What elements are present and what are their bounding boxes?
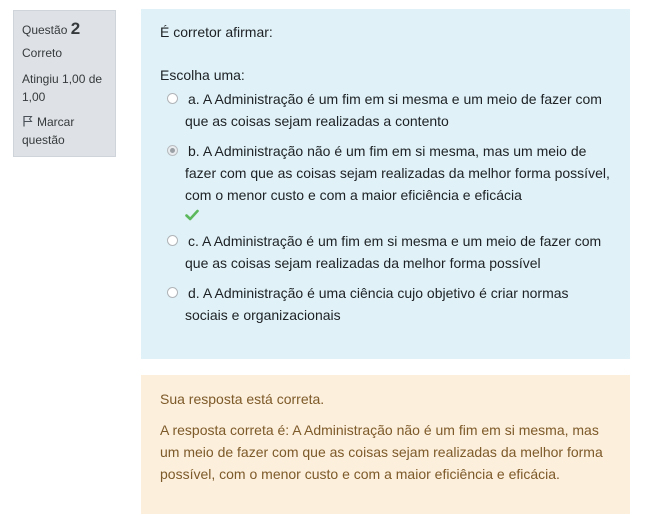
option-letter: a. xyxy=(188,91,200,107)
radio-option-b[interactable] xyxy=(167,145,178,156)
right-answer: A resposta correta é: A Administração nã… xyxy=(160,422,603,482)
feedback-status: Sua resposta está correta. xyxy=(160,391,325,407)
answer-option-b[interactable]: b. A Administração não é um fim em si me… xyxy=(160,140,614,222)
quiz-question-page: Questão 2 Correto Atingiu 1,00 de 1,00 M… xyxy=(0,0,661,515)
flag-question-button[interactable]: Marcar questão xyxy=(22,113,114,149)
radio-option-c[interactable] xyxy=(167,235,178,246)
option-text: A Administração é um fim em si mesma e u… xyxy=(185,91,602,129)
question-info-box: Questão 2 Correto Atingiu 1,00 de 1,00 M… xyxy=(13,10,116,157)
question-grade: Atingiu 1,00 de 1,00 xyxy=(22,72,103,104)
question-text: É corretor afirmar: xyxy=(160,24,273,40)
option-text: A Administração não é um fim em si mesma… xyxy=(185,143,610,203)
flag-icon xyxy=(23,116,33,127)
question-label: Questão xyxy=(22,23,68,37)
option-letter: b. xyxy=(188,143,200,159)
answer-option-d[interactable]: d. A Administração é uma ciência cujo ob… xyxy=(160,282,614,326)
choice-prompt: Escolha uma: xyxy=(160,67,245,83)
option-letter: c. xyxy=(188,233,199,249)
option-letter: d. xyxy=(188,285,200,301)
option-text: A Administração é um fim em si mesma e u… xyxy=(185,233,602,271)
question-feedback: Sua resposta está correta. A resposta co… xyxy=(141,375,630,514)
question-state: Correto xyxy=(22,46,63,60)
answer-option-c[interactable]: c. A Administração é um fim em si mesma … xyxy=(160,230,614,274)
question-formulation: É corretor afirmar: Escolha uma: a. A Ad… xyxy=(141,9,630,359)
question-number-value: 2 xyxy=(70,19,81,38)
question-number: Questão 2 xyxy=(22,19,115,40)
answer-option-a[interactable]: a. A Administração é um fim em si mesma … xyxy=(160,88,614,132)
radio-option-d[interactable] xyxy=(167,287,178,298)
radio-option-a[interactable] xyxy=(167,93,178,104)
option-text: A Administração é uma ciência cujo objet… xyxy=(185,285,569,323)
check-icon xyxy=(185,209,199,221)
